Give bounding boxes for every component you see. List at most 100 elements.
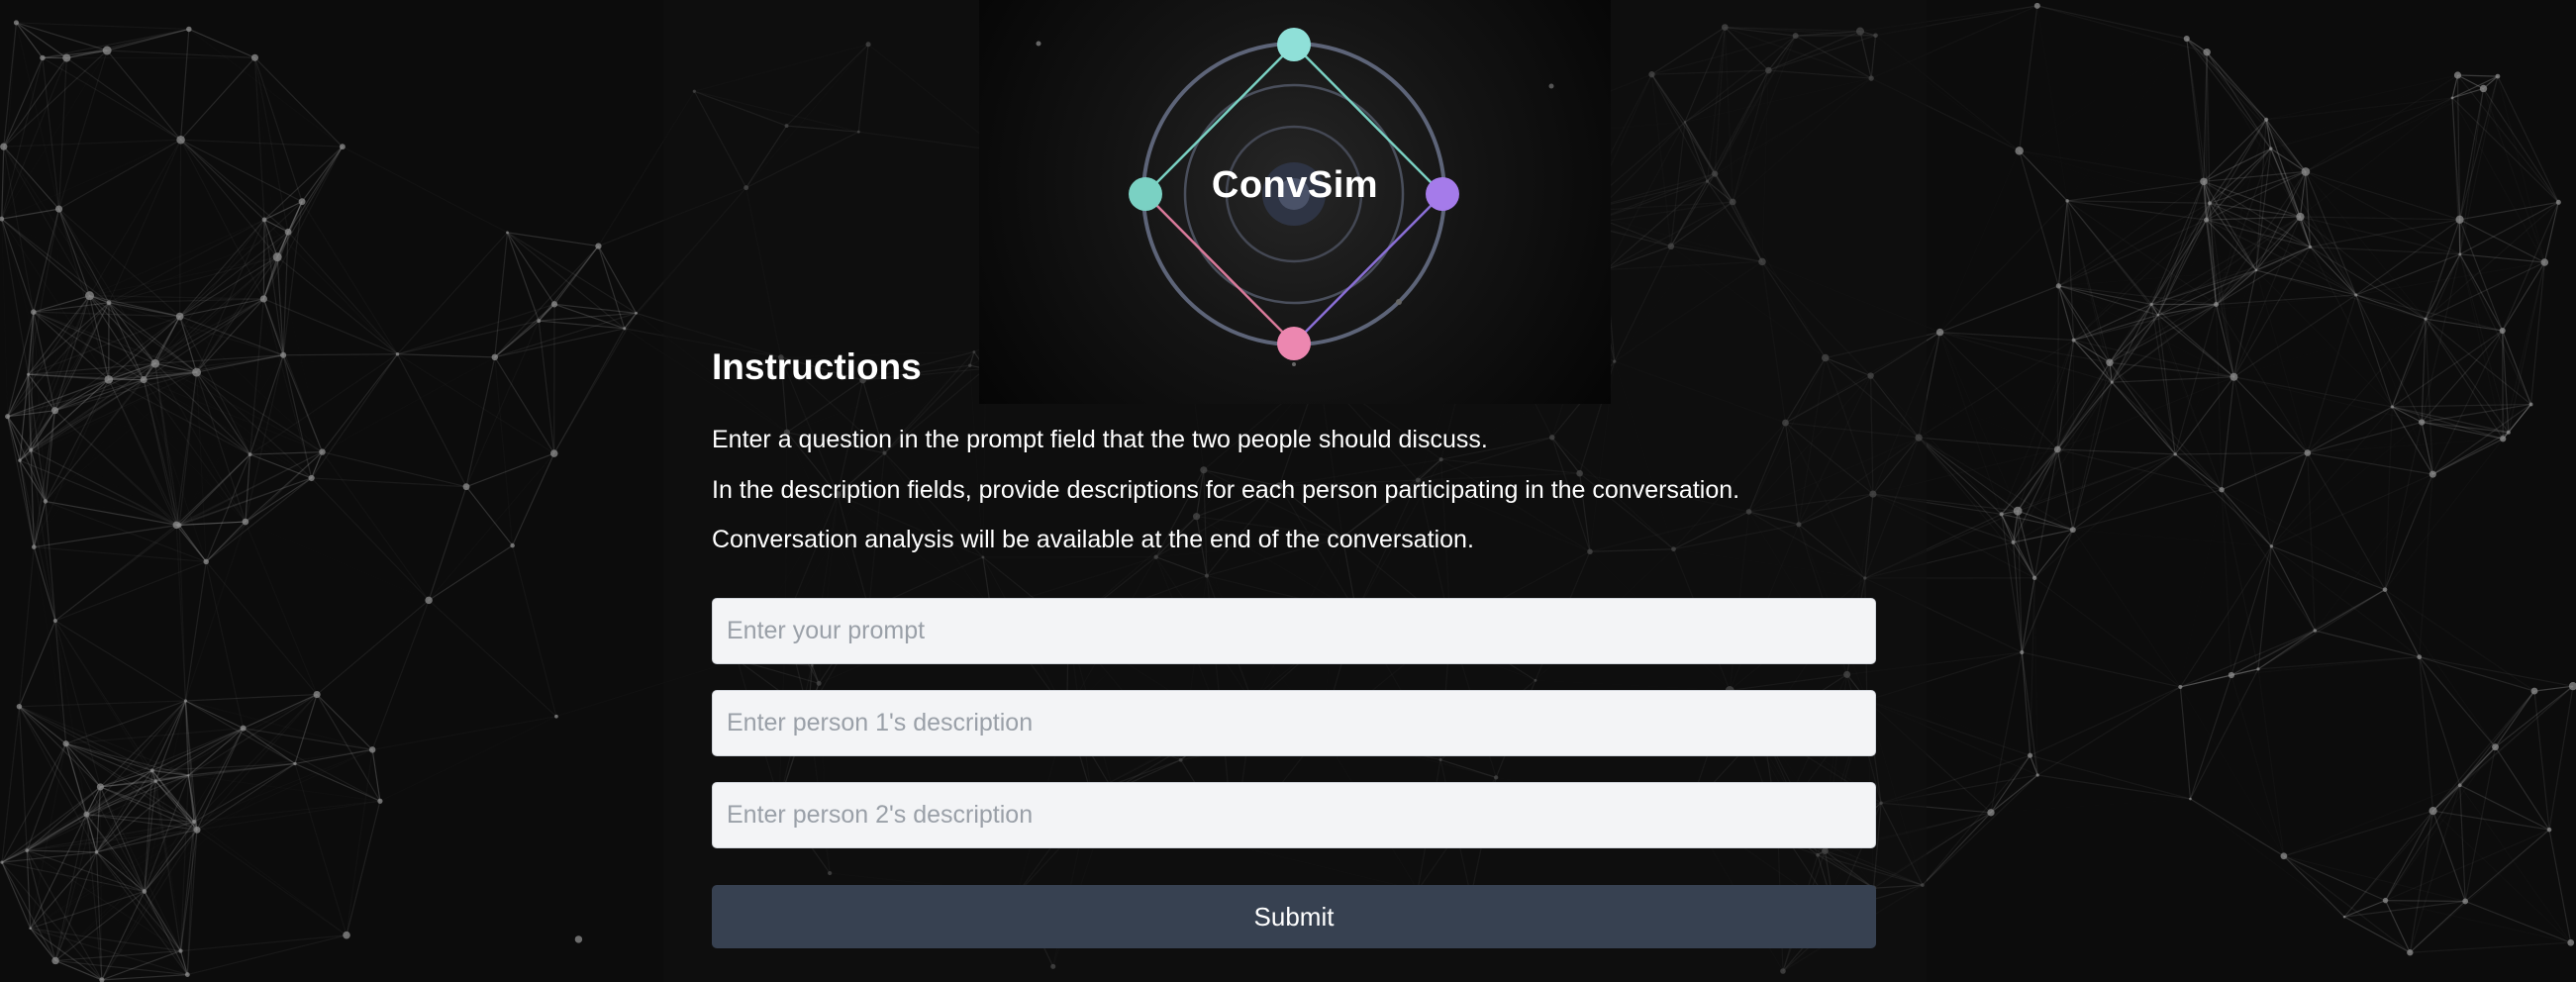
network-link bbox=[205, 561, 318, 695]
network-node bbox=[83, 811, 90, 818]
submit-button[interactable]: Submit bbox=[712, 885, 1876, 948]
logo-node-bottom bbox=[1277, 327, 1311, 360]
network-link bbox=[59, 209, 265, 220]
network-link bbox=[2315, 630, 2420, 658]
network-link bbox=[2308, 433, 2509, 453]
network-node bbox=[62, 53, 71, 62]
network-node bbox=[2110, 380, 2114, 384]
person2-description-input[interactable] bbox=[712, 782, 1876, 848]
network-link bbox=[371, 749, 381, 802]
network-link bbox=[2271, 545, 2386, 591]
network-link bbox=[301, 146, 344, 203]
convsim-logo: ConvSim bbox=[979, 0, 1611, 404]
network-link bbox=[2305, 97, 2453, 172]
network-link bbox=[2036, 686, 2181, 776]
network-node bbox=[1935, 328, 1944, 337]
network-link bbox=[2057, 448, 2223, 491]
network-node bbox=[175, 312, 184, 321]
network-link bbox=[2066, 200, 2217, 306]
network-node bbox=[2069, 527, 2076, 534]
network-node bbox=[52, 619, 57, 624]
network-link bbox=[1, 208, 59, 220]
network-link bbox=[465, 320, 540, 487]
network-node bbox=[0, 860, 4, 864]
network-link bbox=[2284, 785, 2460, 856]
network-node bbox=[250, 53, 259, 61]
network-link bbox=[18, 546, 35, 707]
network-link bbox=[2307, 294, 2357, 453]
network-node bbox=[18, 458, 22, 462]
network-link bbox=[465, 486, 514, 546]
network-link bbox=[205, 561, 245, 729]
network-link bbox=[2384, 589, 2535, 692]
network-node bbox=[272, 252, 282, 262]
network-node bbox=[510, 542, 515, 548]
network-node bbox=[62, 740, 69, 747]
network-node bbox=[2354, 293, 2358, 297]
network-node bbox=[2296, 212, 2305, 222]
network-node bbox=[595, 243, 602, 249]
network-node bbox=[2382, 587, 2388, 592]
network-link bbox=[397, 353, 555, 454]
network-link bbox=[196, 256, 278, 373]
network-node bbox=[2530, 687, 2538, 695]
network-node bbox=[186, 26, 192, 33]
network-node bbox=[94, 849, 99, 854]
network-node bbox=[2567, 938, 2575, 946]
network-node bbox=[574, 935, 583, 943]
network-link bbox=[397, 353, 495, 358]
network-link bbox=[465, 356, 496, 487]
network-link bbox=[396, 353, 467, 487]
network-link bbox=[2283, 855, 2386, 902]
network-node bbox=[176, 135, 185, 145]
network-link bbox=[2058, 285, 2159, 316]
network-node bbox=[2458, 252, 2462, 256]
network-link bbox=[2459, 201, 2559, 221]
network-link bbox=[2175, 451, 2308, 455]
network-link bbox=[2073, 530, 2272, 546]
network-link bbox=[2419, 656, 2496, 748]
network-link bbox=[89, 295, 264, 300]
network-node bbox=[2301, 167, 2311, 176]
network-node bbox=[2228, 671, 2235, 679]
network-link bbox=[2256, 270, 2392, 407]
network-node bbox=[27, 372, 31, 376]
network-link bbox=[107, 49, 255, 58]
network-link bbox=[553, 328, 626, 454]
network-node bbox=[2457, 783, 2462, 788]
network-node bbox=[2028, 752, 2033, 758]
network-node bbox=[2156, 314, 2160, 317]
network-link bbox=[2030, 686, 2181, 756]
network-node bbox=[2173, 452, 2177, 456]
network-link bbox=[2410, 941, 2571, 953]
network-node bbox=[2065, 199, 2069, 203]
network-node bbox=[2204, 217, 2210, 223]
network-node bbox=[2506, 430, 2511, 435]
prompt-input[interactable] bbox=[712, 598, 1876, 664]
network-node bbox=[240, 725, 247, 732]
network-link bbox=[316, 599, 430, 696]
network-link bbox=[2221, 376, 2235, 490]
network-link bbox=[2307, 452, 2316, 632]
network-link bbox=[244, 522, 246, 729]
network-link bbox=[185, 700, 244, 730]
network-link bbox=[2459, 785, 2466, 902]
network-node bbox=[319, 448, 326, 455]
network-node bbox=[178, 948, 183, 953]
network-node bbox=[25, 848, 30, 852]
network-node bbox=[2033, 2, 2040, 9]
network-link bbox=[249, 354, 284, 455]
network-node bbox=[284, 228, 292, 236]
network-link bbox=[179, 29, 190, 141]
network-node bbox=[1987, 809, 1995, 817]
person1-description-input[interactable] bbox=[712, 690, 1876, 756]
network-link bbox=[311, 477, 430, 601]
network-link bbox=[2483, 88, 2559, 203]
network-link bbox=[262, 298, 313, 479]
network-link bbox=[2036, 5, 2187, 40]
network-node bbox=[153, 779, 157, 783]
network-link bbox=[16, 22, 67, 59]
network-link bbox=[2419, 656, 2535, 692]
network-link bbox=[2057, 200, 2068, 286]
network-node bbox=[635, 311, 638, 315]
